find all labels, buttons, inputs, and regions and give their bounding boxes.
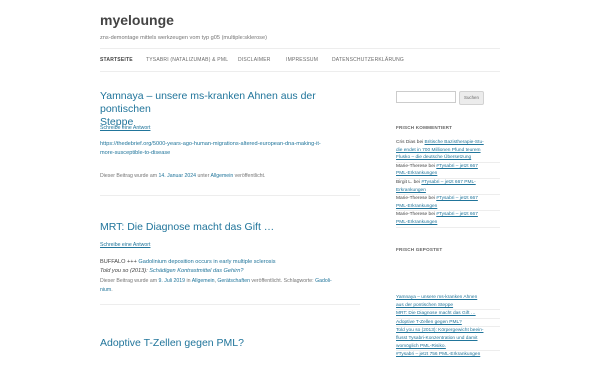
recent-posts-title: FRISCH GEPOSTET: [396, 247, 443, 252]
comment-link[interactable]: #Tysabri – jetzt 667: [436, 164, 478, 169]
comment-line: die endet in 700 Millionen Pfund teurem: [396, 147, 500, 155]
content-text: Told you so (2013):: [100, 268, 150, 274]
nav-impressum[interactable]: IMPRESSUM: [286, 57, 318, 63]
category-link[interactable]: Gerätschaften: [217, 278, 250, 284]
post-title-line[interactable]: Yamnaya – unsere ms-kranken Ahnen aus de…: [100, 90, 316, 115]
post-title[interactable]: Yamnaya – unsere ms-kranken Ahnen aus de…: [100, 90, 360, 129]
post-date-link[interactable]: 14. Januar 2024: [159, 173, 197, 179]
external-link[interactable]: https://thedebrief.org/5000-years-ago-hu…: [100, 141, 321, 147]
recent-post-link[interactable]: womöglich PML-Risiko.: [396, 344, 446, 349]
recent-post-line: MRT: Die Diagnose macht das Gift …: [396, 310, 500, 319]
recent-post-line: Adoptive T-Zellen gegen PML?: [396, 319, 500, 328]
search-button[interactable]: Suchen: [459, 91, 484, 105]
comment-link[interactable]: Flusko – die deutsche Übersetzung: [396, 155, 471, 160]
meta-text: unter: [196, 173, 211, 179]
recent-post-link[interactable]: flusst Tysabri-Konzentration und damit: [396, 336, 478, 341]
recent-comments-title: FRISCH KOMMENTIERT: [396, 125, 453, 130]
category-link[interactable]: Allgemein: [192, 278, 215, 284]
meta-text: veröffentlicht. Schlagworte:: [249, 278, 316, 284]
meta-text: Dieser Beitrag wurde am: [100, 173, 159, 179]
post-content: BUFFALO +++ Gadolinium deposition occurs…: [100, 258, 276, 276]
post-date-link[interactable]: 9. Juli 2019: [159, 278, 186, 284]
recent-post-link[interactable]: Told you so (2013): Körpergewicht beein-: [396, 328, 483, 333]
comment-link[interactable]: PML-Erkrankungen: [396, 171, 437, 176]
recent-post-link[interactable]: Yamnaya – unsere ms-kranken Ahnen: [396, 295, 477, 300]
meta-text: veröffentlicht.: [233, 173, 266, 179]
post-content: https://thedebrief.org/5000-years-ago-hu…: [100, 140, 321, 158]
comment-line: PML-Erkrankungen: [396, 203, 500, 212]
post-meta: Dieser Beitrag wurde am 14. Januar 2024 …: [100, 172, 265, 181]
meta-text: .: [111, 286, 113, 293]
post-title[interactable]: MRT: Die Diagnose macht das Gift …: [100, 221, 274, 234]
recent-post-link[interactable]: aus der pontischen Steppe: [396, 303, 453, 308]
site-header: myelounge zns-demontage mittels werkzeug…: [100, 12, 500, 41]
category-link[interactable]: Allgemein: [210, 173, 233, 179]
recent-post-line: Yamnaya – unsere ms-kranken Ahnen: [396, 294, 500, 302]
post-meta: Dieser Beitrag wurde am 9. Juli 2019 in …: [100, 277, 360, 294]
post-title[interactable]: Adoptive T-Zellen gegen PML?: [100, 337, 244, 350]
meta-text: Dieser Beitrag wurde am: [100, 278, 159, 284]
site-title[interactable]: myelounge: [100, 12, 500, 28]
main-navigation: STARTSEITE TYSABRI (NATALIZUMAB) & PML D…: [100, 48, 500, 72]
comment-line: Birgit L. bei #Tysabri – jetzt 667 PML-E…: [396, 179, 500, 196]
comment-link[interactable]: #Tysabri – jetzt 667: [436, 196, 478, 201]
post-mrt: MRT: Die Diagnose macht das Gift … Schre…: [100, 205, 360, 343]
content-text: BUFFALO +++: [100, 259, 139, 265]
post-divider: [100, 195, 360, 196]
external-link-cont[interactable]: more-susceptible-to-disease: [100, 150, 170, 156]
nav-disclaimer[interactable]: DISCLAIMER: [238, 57, 271, 63]
recent-post-line: aus der pontischen Steppe: [396, 302, 500, 311]
recent-post-line: Told you so (2013): Körpergewicht beein-: [396, 327, 500, 335]
comment-link[interactable]: Britische Bazistherapie-Stu-: [425, 140, 484, 145]
tag-link[interactable]: nium: [100, 287, 111, 293]
nav-tysabri[interactable]: TYSABRI (NATALIZUMAB) & PML: [146, 57, 228, 63]
recent-posts-list: Yamnaya – unsere ms-kranken Ahnen aus de…: [396, 294, 500, 359]
external-link[interactable]: Gadolinium deposition occurs in early mu…: [138, 259, 275, 265]
comment-line: Cris Dias bei Britische Bazistherapie-St…: [396, 140, 484, 145]
nav-datenschutz[interactable]: DATENSCHUTZERKLÄRUNG: [332, 57, 404, 63]
comment-link[interactable]: PML-Erkrankungen: [396, 204, 437, 209]
comment-link[interactable]: die endet in 700 Millionen Pfund teurem: [396, 148, 481, 153]
recent-post-line: #Tysabri – jetzt 756 PML-Erkrankungen: [396, 351, 500, 359]
comment-link[interactable]: #Tysabri – jetzt 667: [436, 212, 478, 217]
comment-line: PML-Erkrankungen: [396, 219, 500, 228]
meta-text: in: [185, 278, 192, 284]
recent-comments-list: Cris Dias bei Britische Bazistherapie-St…: [396, 139, 500, 228]
recent-post-link[interactable]: MRT: Die Diagnose macht das Gift …: [396, 311, 476, 316]
comment-link[interactable]: PML-Erkrankungen: [396, 220, 437, 225]
site-description: zns-demontage mittels werkzeugen vom typ…: [100, 35, 267, 41]
tag-link[interactable]: Gadoli-: [315, 278, 332, 284]
post-yamnaya: Yamnaya – unsere ms-kranken Ahnen aus de…: [100, 88, 360, 205]
recent-post-link[interactable]: Adoptive T-Zellen gegen PML?: [396, 320, 462, 325]
internal-link[interactable]: Schädigen Kontrastmittel das Gehirn?: [149, 268, 243, 274]
post-divider: [100, 304, 360, 305]
recent-post-line: womöglich PML-Risiko.: [396, 343, 500, 352]
comment-line: Flusko – die deutsche Übersetzung: [396, 154, 500, 163]
comment-line: Marie-Therese bei #Tysabri – jetzt 667: [396, 212, 478, 218]
comment-line: Marie-Therese bei #Tysabri – jetzt 667: [396, 196, 478, 202]
comment-line: Marie-Therese bei #Tysabri – jetzt 667: [396, 163, 478, 169]
recent-post-line: flusst Tysabri-Konzentration und damit: [396, 335, 500, 343]
recent-post-link[interactable]: #Tysabri – jetzt 756 PML-Erkrankungen: [396, 352, 480, 357]
reply-link[interactable]: Schreibe eine Antwort: [100, 125, 150, 131]
search-input[interactable]: [396, 91, 456, 103]
comment-line: PML-Erkrankungen: [396, 170, 500, 179]
nav-home[interactable]: STARTSEITE: [100, 57, 133, 63]
reply-link[interactable]: Schreibe eine Antwort: [100, 242, 150, 248]
main-content: Yamnaya – unsere ms-kranken Ahnen aus de…: [100, 88, 360, 349]
